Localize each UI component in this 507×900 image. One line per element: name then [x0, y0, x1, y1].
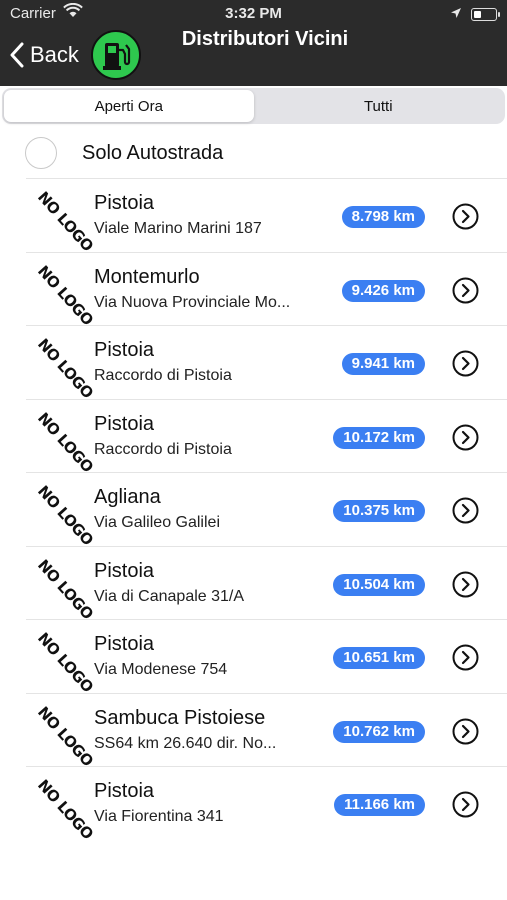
station-city: Pistoia	[94, 780, 155, 802]
chevron-right-circle-icon[interactable]	[452, 571, 479, 598]
distance-badge: 8.798 km	[341, 206, 425, 228]
list-item[interactable]: NO LOGO Sambuca Pistoiese SS64 km 26.640 d…	[0, 694, 507, 770]
back-button[interactable]: Back	[10, 38, 79, 72]
station-address: Via Modenese 754	[94, 661, 228, 678]
station-address: Via Nuova Provinciale Mo...	[94, 293, 291, 311]
distance-badge: 11.166 km	[334, 794, 425, 816]
distance-badge: 9.941 km	[341, 353, 425, 375]
station-city: Pistoia	[94, 559, 155, 582]
chevron-right-circle-icon[interactable]	[452, 644, 479, 671]
no-logo-image: NO LOGO	[26, 261, 97, 329]
highway-only-radio[interactable]	[25, 137, 57, 169]
chevron-right-circle-icon[interactable]	[452, 277, 479, 304]
list-item[interactable]: NO LOGO Pistoia Raccordo di Pistoia 9.941 k…	[0, 326, 507, 402]
page-title: Distributori Vicini	[181, 28, 349, 50]
station-address: Via Galileo Galilei	[94, 514, 220, 531]
station-address: Raccordo di Pistoia	[94, 367, 232, 384]
station-address: Viale Marino Marini 187	[94, 220, 262, 237]
no-logo-text: NO LOGO	[33, 555, 97, 623]
station-address: SS64 km 26.640 dir. No...	[94, 734, 277, 752]
chevron-right-circle-icon[interactable]	[452, 791, 479, 818]
no-logo-image: NO LOGO	[26, 334, 97, 402]
distance-badge: 10.504 km	[333, 573, 425, 596]
distance-badge: 10.172 km	[333, 426, 425, 449]
no-logo-image: NO LOGO	[26, 481, 97, 549]
no-logo-image: NO LOGO	[26, 408, 97, 476]
no-logo-text: NO LOGO	[33, 408, 97, 476]
no-logo-image: NO LOGO	[26, 702, 97, 770]
no-logo-image: NO LOGO	[26, 775, 97, 843]
segmented-control: Aperti Ora Tutti	[2, 88, 505, 124]
station-city: Pistoia	[94, 412, 155, 435]
station-city: Pistoia	[94, 192, 155, 214]
station-address: Raccordo di Pistoia	[94, 440, 232, 458]
chevron-right-circle-icon[interactable]	[452, 718, 479, 745]
list-item[interactable]: NO LOGO Pistoia Via Fiorentina 341 11.166 k…	[0, 767, 507, 843]
no-logo-text: NO LOGO	[33, 261, 97, 329]
navigation-bar: Carrier 3:32 PM Back Distributori Vicini	[0, 0, 507, 86]
list-item[interactable]: NO LOGO Pistoia Viale Marino Marini 187 8.7…	[0, 179, 507, 255]
no-logo-text: NO LOGO	[33, 335, 97, 402]
chevron-left-icon	[10, 42, 24, 68]
fuel-pump-icon	[91, 30, 141, 80]
chevron-right-circle-icon[interactable]	[452, 497, 479, 524]
chevron-right-circle-icon[interactable]	[452, 350, 479, 377]
station-address: Via Fiorentina 341	[94, 808, 224, 825]
station-address: Via di Canapale 31/A	[94, 587, 245, 605]
no-logo-text: NO LOGO	[33, 702, 97, 770]
status-time: 3:32 PM	[225, 5, 282, 22]
distance-badge: 10.375 km	[333, 500, 425, 522]
list-item[interactable]: NO LOGO Agliana Via Galileo Galilei 10.375 …	[0, 473, 507, 549]
location-arrow-icon	[450, 6, 462, 23]
highway-only-label: Solo Autostrada	[82, 142, 224, 164]
station-city: Pistoia	[94, 339, 155, 361]
list-item[interactable]: NO LOGO Pistoia Via Modenese 754 10.651 km	[0, 620, 507, 696]
segment-all[interactable]: Tutti	[254, 90, 504, 122]
no-logo-image: NO LOGO	[26, 628, 97, 696]
list-item[interactable]: NO LOGO Pistoia Raccordo di Pistoia 10.172 …	[0, 400, 507, 476]
station-city: Sambuca Pistoiese	[94, 706, 266, 729]
distance-badge: 9.426 km	[341, 279, 425, 302]
list-item[interactable]: NO LOGO Montemurlo Via Nuova Provinciale M…	[0, 253, 507, 329]
distance-badge: 10.651 km	[333, 647, 425, 669]
list-item[interactable]: NO LOGO Pistoia Via di Canapale 31/A 10.504…	[0, 547, 507, 623]
station-city: Montemurlo	[94, 265, 200, 288]
station-city: Agliana	[94, 486, 161, 508]
chevron-right-circle-icon[interactable]	[452, 203, 479, 230]
station-city: Pistoia	[94, 633, 155, 655]
chevron-right-circle-icon[interactable]	[452, 424, 479, 451]
distance-badge: 10.762 km	[333, 720, 425, 743]
station-list: NO LOGO Pistoia Viale Marino Marini 187 8.7…	[0, 179, 507, 843]
no-logo-text: NO LOGO	[33, 776, 97, 843]
segment-open-now[interactable]: Aperti Ora	[4, 90, 254, 122]
back-label: Back	[30, 42, 79, 67]
no-logo-image: NO LOGO	[26, 187, 97, 255]
no-logo-image: NO LOGO	[26, 555, 97, 623]
battery-icon	[471, 8, 500, 21]
no-logo-text: NO LOGO	[33, 188, 97, 255]
no-logo-text: NO LOGO	[33, 482, 97, 549]
status-bar: Carrier 3:32 PM	[0, 0, 507, 28]
no-logo-text: NO LOGO	[33, 629, 97, 696]
